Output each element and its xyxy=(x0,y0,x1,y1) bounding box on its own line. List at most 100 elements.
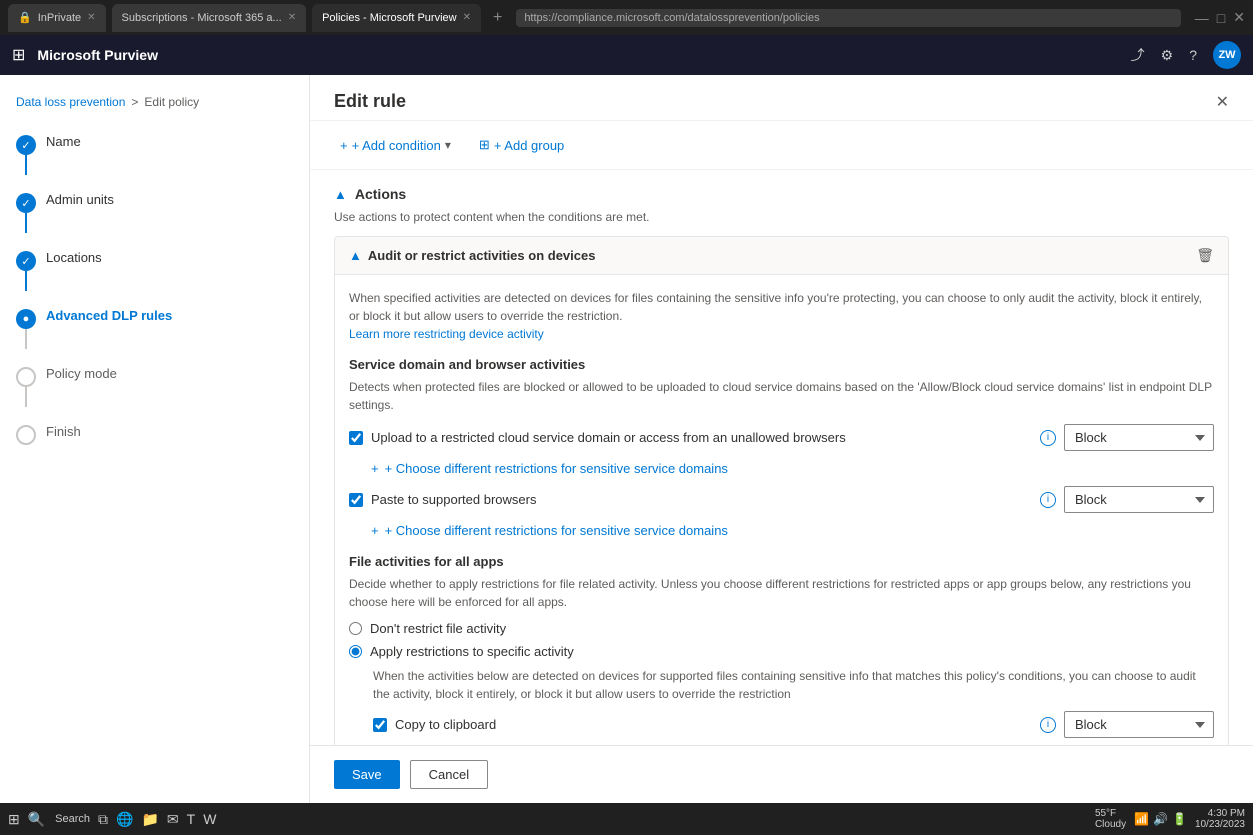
sidebar-item-policy-mode[interactable]: Policy mode xyxy=(16,357,293,415)
volume-icon[interactable]: 🔊 xyxy=(1153,812,1168,826)
upload-add-restriction[interactable]: + + Choose different restrictions for se… xyxy=(371,461,1214,476)
step-connector xyxy=(25,329,27,349)
system-tray: 📶 🔊 🔋 xyxy=(1134,812,1187,826)
step-label-admin: Admin units xyxy=(46,191,114,207)
step-indicator-locations: ✓ xyxy=(16,251,36,271)
tab-subscriptions[interactable]: Subscriptions - Microsoft 365 a... ✕ xyxy=(112,4,307,32)
learn-more-link[interactable]: Learn more restricting device activity xyxy=(349,327,544,341)
sidebar-item-admin-units[interactable]: ✓ Admin units xyxy=(16,183,293,241)
help-icon[interactable]: ? xyxy=(1189,47,1197,63)
section-header: ▲ Actions xyxy=(334,186,1229,202)
settings-icon[interactable]: ⚙ xyxy=(1161,47,1174,64)
tab-close[interactable]: ✕ xyxy=(288,12,296,23)
subsection-content: When specified activities are detected o… xyxy=(335,275,1228,787)
app-header: ⊞ Microsoft Purview ⤴ ⚙ ? ZW xyxy=(0,35,1253,75)
minimize-icon[interactable]: — xyxy=(1195,10,1209,26)
footer-bar: Save Cancel xyxy=(310,745,1253,803)
dont-restrict-label: Don't restrict file activity xyxy=(370,621,506,636)
search-label[interactable]: Search xyxy=(55,813,90,825)
close-panel-button[interactable]: ✕ xyxy=(1216,92,1229,112)
grid-icon[interactable]: ⊞ xyxy=(12,45,25,65)
paste-checkbox[interactable] xyxy=(349,493,363,507)
paste-checkbox-row: Paste to supported browsers i Block Audi… xyxy=(349,486,1214,513)
tab-close[interactable]: ✕ xyxy=(463,12,471,23)
breadcrumb-current: Edit policy xyxy=(144,95,199,109)
start-button[interactable]: ⊞ xyxy=(8,811,20,828)
chevron-down-icon: ▾ xyxy=(445,138,451,152)
copy-action-dropdown[interactable]: Block Audit only Block with override xyxy=(1064,711,1214,738)
taskview-icon[interactable]: ⧉ xyxy=(98,811,108,828)
tab-close[interactable]: ✕ xyxy=(87,12,95,23)
file-explorer-icon[interactable]: 📁 xyxy=(141,811,158,828)
sidebar-item-advanced-dlp[interactable]: ● Advanced DLP rules xyxy=(16,299,293,357)
tab-label: InPrivate xyxy=(38,12,81,24)
add-group-button[interactable]: ⊞ + Add group xyxy=(473,133,570,157)
new-tab-btn[interactable]: + xyxy=(493,9,502,27)
copy-clipboard-checkbox[interactable] xyxy=(373,718,387,732)
step-indicator-policy xyxy=(16,367,36,387)
date: 10/23/2023 xyxy=(1195,819,1245,830)
word-icon[interactable]: W xyxy=(203,811,216,827)
tab-label: Policies - Microsoft Purview xyxy=(322,12,456,24)
step-label-policy: Policy mode xyxy=(46,365,117,381)
step-label-advanced: Advanced DLP rules xyxy=(46,307,172,323)
share-icon[interactable]: ⤴ xyxy=(1131,45,1145,65)
sidebar-item-locations[interactable]: ✓ Locations xyxy=(16,241,293,299)
delete-subsection-button[interactable]: 🗑 xyxy=(1196,247,1214,264)
paste-action-dropdown[interactable]: Block Audit only Block with override xyxy=(1064,486,1214,513)
search-taskbar[interactable]: 🔍 xyxy=(28,811,45,828)
subsection-audit-restrict: ▲ Audit or restrict activities on device… xyxy=(334,236,1229,788)
tab-policies[interactable]: Policies - Microsoft Purview ✕ xyxy=(312,4,481,32)
cancel-button[interactable]: Cancel xyxy=(410,760,488,789)
teams-icon[interactable]: T xyxy=(187,811,196,827)
subsection-title: ▲ Audit or restrict activities on device… xyxy=(349,248,595,263)
upload-checkbox-row: Upload to a restricted cloud service dom… xyxy=(349,424,1214,451)
breadcrumb: Data loss prevention > Edit policy xyxy=(16,95,293,109)
close-window-icon[interactable]: ✕ xyxy=(1233,9,1245,26)
copy-clipboard-row: Copy to clipboard i Block Audit only Blo… xyxy=(373,711,1214,738)
sidebar-item-name[interactable]: ✓ Name xyxy=(16,125,293,183)
radio-dont-restrict[interactable]: Don't restrict file activity xyxy=(349,621,1214,636)
upload-checkbox[interactable] xyxy=(349,431,363,445)
taskbar: ⊞ 🔍 Search ⧉ 🌐 📁 ✉ T W 55°F Cloudy 📶 🔊 🔋… xyxy=(0,803,1253,835)
radio-apply-restrictions[interactable]: Apply restrictions to specific activity xyxy=(349,644,1214,659)
battery-icon[interactable]: 🔋 xyxy=(1172,812,1187,826)
app-title: Microsoft Purview xyxy=(37,47,158,63)
browser-chrome: 🔒 InPrivate ✕ Subscriptions - Microsoft … xyxy=(0,0,1253,35)
wifi-icon[interactable]: 📶 xyxy=(1134,812,1149,826)
collapse-icon[interactable]: ▲ xyxy=(334,187,347,202)
step-connector xyxy=(25,213,27,233)
file-activities-heading: File activities for all apps xyxy=(349,554,1214,569)
paste-info-icon[interactable]: i xyxy=(1040,492,1056,508)
upload-label: Upload to a restricted cloud service dom… xyxy=(371,430,1026,445)
upload-info-icon[interactable]: i xyxy=(1040,430,1056,446)
time: 4:30 PM xyxy=(1195,808,1245,819)
taskbar-left: ⊞ 🔍 Search ⧉ 🌐 📁 ✉ T W xyxy=(8,811,216,828)
add-condition-button[interactable]: + + Add condition ▾ xyxy=(334,134,457,157)
avatar[interactable]: ZW xyxy=(1213,41,1241,69)
section-description: Use actions to protect content when the … xyxy=(334,210,1229,224)
main-layout: Data loss prevention > Edit policy ✓ Nam… xyxy=(0,75,1253,803)
paste-add-restriction[interactable]: + + Choose different restrictions for se… xyxy=(371,523,1214,538)
upload-action-dropdown[interactable]: Block Audit only Block with override xyxy=(1064,424,1214,451)
edge-icon[interactable]: 🌐 xyxy=(116,811,133,828)
step-label-locations: Locations xyxy=(46,249,102,265)
step-label-finish: Finish xyxy=(46,423,81,439)
mail-icon[interactable]: ✉ xyxy=(167,811,179,828)
save-button[interactable]: Save xyxy=(334,760,400,789)
tab-inprivate[interactable]: 🔒 InPrivate ✕ xyxy=(8,4,106,32)
apply-restrictions-radio[interactable] xyxy=(349,645,362,658)
weather-temp: 55°F xyxy=(1095,808,1116,819)
breadcrumb-separator: > xyxy=(131,95,138,109)
sidebar-item-finish[interactable]: Finish xyxy=(16,415,293,453)
breadcrumb-parent[interactable]: Data loss prevention xyxy=(16,95,125,109)
maximize-icon[interactable]: □ xyxy=(1217,10,1225,26)
step-indicator-finish xyxy=(16,425,36,445)
copy-info-icon[interactable]: i xyxy=(1040,717,1056,733)
group-icon: ⊞ xyxy=(479,137,490,153)
step-label-name: Name xyxy=(46,133,81,149)
address-bar[interactable]: https://compliance.microsoft.com/datalos… xyxy=(516,9,1180,27)
collapse-subsection-icon[interactable]: ▲ xyxy=(349,248,362,263)
weather-widget: 55°F Cloudy xyxy=(1095,808,1126,830)
dont-restrict-radio[interactable] xyxy=(349,622,362,635)
